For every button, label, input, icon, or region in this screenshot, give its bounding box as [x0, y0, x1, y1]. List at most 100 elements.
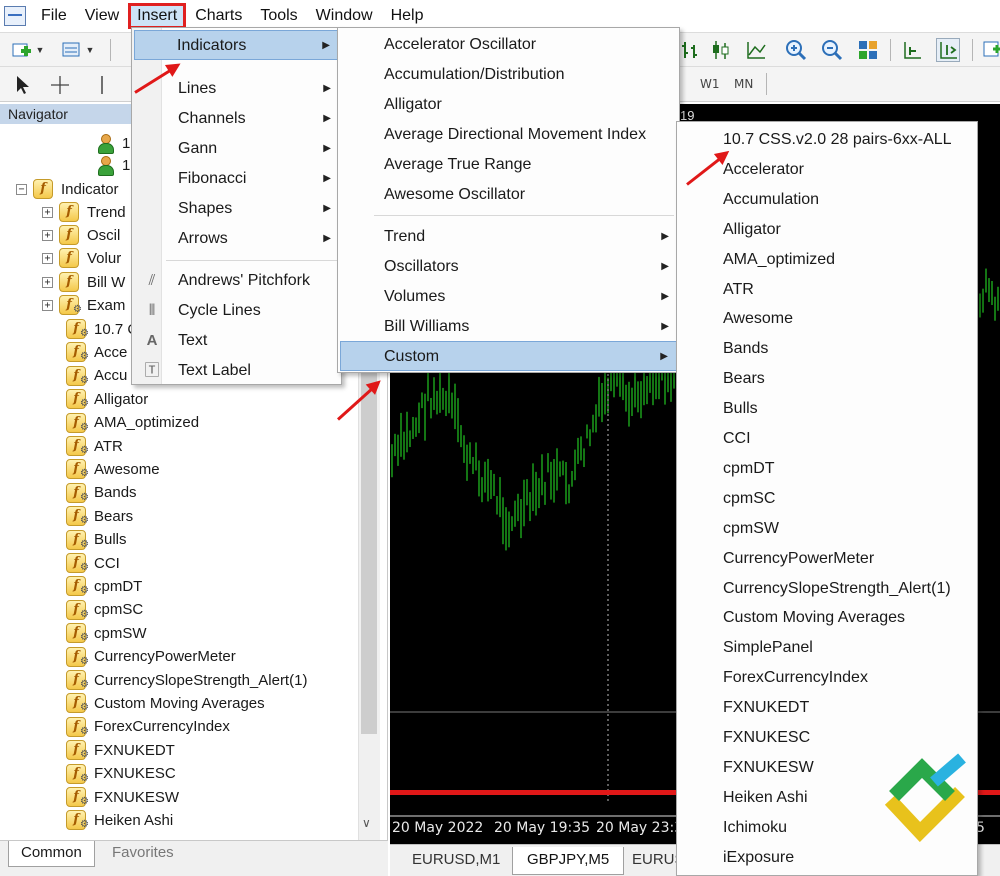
menu-item-text-label[interactable]: 🅃 Text Label — [134, 356, 339, 386]
tab-common[interactable]: Common — [8, 841, 95, 867]
zoom-in-icon[interactable] — [784, 38, 808, 62]
expand-icon[interactable]: + — [42, 299, 53, 311]
navigator-indicator-item[interactable]: f10.7 C — [66, 318, 138, 343]
scrollbar-thumb[interactable] — [361, 354, 377, 734]
scroll-down-icon[interactable]: ∨ — [362, 816, 371, 830]
menu-item-atr[interactable]: Average True Range — [340, 150, 677, 180]
custom-indicator-item[interactable]: iExposure — [679, 843, 975, 873]
navigator-indicator-item[interactable]: fCurrencySlopeStrength_Alert(1) — [66, 669, 307, 694]
menu-item-adx[interactable]: Average Directional Movement Index — [340, 120, 677, 150]
account-item[interactable]: 1 — [96, 154, 130, 176]
custom-indicator-item[interactable]: CurrencyPowerMeter — [679, 544, 975, 574]
folder-trend[interactable]: + f Trend — [42, 201, 126, 223]
menu-item-accumulation-distribution[interactable]: Accumulation/Distribution — [340, 60, 677, 90]
custom-indicator-item[interactable]: ATR — [679, 275, 975, 305]
expand-icon[interactable]: + — [42, 229, 53, 241]
menu-item-accelerator-oscillator[interactable]: Accelerator Oscillator — [340, 30, 677, 60]
custom-indicator-item[interactable]: ForexCurrencyIndex — [679, 663, 975, 693]
menu-item-lines[interactable]: Lines ▶ — [134, 74, 339, 104]
navigator-indicator-item[interactable]: fAlligator — [66, 388, 148, 413]
navigator-indicator-item[interactable]: fCustom Moving Averages — [66, 692, 265, 717]
menu-view[interactable]: View — [76, 3, 128, 29]
menu-item-bill-williams[interactable]: Bill Williams ▶ — [340, 312, 677, 342]
zoom-out-icon[interactable] — [820, 38, 844, 62]
navigator-indicator-item[interactable]: fForexCurrencyIndex — [66, 716, 230, 741]
menu-item-oscillators[interactable]: Oscillators ▶ — [340, 252, 677, 282]
custom-indicator-item[interactable]: Bears — [679, 364, 975, 394]
menu-item-alligator[interactable]: Alligator — [340, 90, 677, 120]
cursor-icon[interactable] — [10, 73, 34, 97]
tab-favorites[interactable]: Favorites — [100, 841, 186, 867]
navigator-indicator-item[interactable]: fFXNUKESW — [66, 786, 179, 811]
menu-item-trend[interactable]: Trend ▶ — [340, 222, 677, 252]
custom-indicator-item[interactable]: cpmDT — [679, 454, 975, 484]
add-indicator-icon[interactable] — [980, 38, 1000, 62]
menu-item-shapes[interactable]: Shapes ▶ — [134, 194, 339, 224]
timeframe-w1[interactable]: W1 — [700, 77, 720, 91]
custom-indicator-item[interactable]: Accumulation — [679, 185, 975, 215]
navigator-indicator-item[interactable]: fcpmSC — [66, 599, 143, 624]
menu-file[interactable]: File — [32, 3, 76, 29]
chart-shift-icon[interactable] — [936, 38, 960, 62]
menu-item-gann[interactable]: Gann ▶ — [134, 134, 339, 164]
custom-indicator-item[interactable]: Custom Moving Averages — [679, 603, 975, 633]
menu-insert[interactable]: Insert — [128, 3, 187, 29]
custom-indicator-item[interactable]: cpmSC — [679, 484, 975, 514]
vertical-line-icon[interactable] — [90, 73, 114, 97]
chart-tab[interactable]: EURUSD,M1 — [398, 847, 516, 875]
tile-windows-icon[interactable] — [856, 38, 880, 62]
line-chart-icon[interactable] — [744, 38, 768, 62]
custom-indicator-item[interactable]: SimplePanel — [679, 633, 975, 663]
navigator-indicator-item[interactable]: fAcce — [66, 341, 127, 366]
navigator-indicator-item[interactable]: fcpmDT — [66, 575, 142, 600]
collapse-icon[interactable]: − — [16, 183, 27, 195]
custom-indicator-item[interactable]: cpmSW — [679, 514, 975, 544]
menu-item-fibonacci[interactable]: Fibonacci ▶ — [134, 164, 339, 194]
profiles-icon[interactable] — [60, 38, 84, 62]
folder-oscillators[interactable]: + f Oscil — [42, 224, 120, 246]
menu-item-text[interactable]: A Text — [134, 326, 339, 356]
expand-icon[interactable]: + — [42, 252, 53, 264]
timeframe-mn[interactable]: MN — [734, 77, 753, 91]
menu-item-cycle-lines[interactable]: ⦀ Cycle Lines — [134, 296, 339, 326]
chevron-down-icon[interactable]: ▼ — [84, 38, 96, 62]
navigator-indicator-item[interactable]: fHeiken Ashi — [66, 809, 173, 834]
menu-item-arrows[interactable]: Arrows ▶ — [134, 224, 339, 254]
folder-bill-williams[interactable]: + f Bill W — [42, 271, 125, 293]
menu-item-indicators[interactable]: Indicators ▶ — [134, 30, 339, 60]
menu-window[interactable]: Window — [307, 3, 382, 29]
navigator-indicator-item[interactable]: fFXNUKEDT — [66, 739, 175, 764]
custom-indicator-item[interactable]: FXNUKEDT — [679, 693, 975, 723]
navigator-indicator-item[interactable]: fFXNUKESC — [66, 763, 176, 788]
navigator-indicator-item[interactable]: fAMA_optimized — [66, 412, 199, 437]
navigator-indicator-item[interactable]: fBears — [66, 505, 133, 530]
navigator-indicator-item[interactable]: fBulls — [66, 529, 127, 554]
navigator-indicator-item[interactable]: fAwesome — [66, 458, 160, 483]
expand-icon[interactable]: + — [42, 206, 53, 218]
auto-scroll-icon[interactable] — [900, 38, 924, 62]
crosshair-icon[interactable] — [48, 73, 72, 97]
navigator-indicator-item[interactable]: fBands — [66, 482, 137, 507]
custom-indicator-item[interactable]: CurrencySlopeStrength_Alert(1) — [679, 574, 975, 604]
custom-indicator-item[interactable]: Awesome — [679, 304, 975, 334]
navigator-indicator-item[interactable]: fCurrencyPowerMeter — [66, 646, 236, 671]
menu-tools[interactable]: Tools — [251, 3, 306, 29]
custom-indicator-item[interactable]: CCI — [679, 424, 975, 454]
custom-indicator-item[interactable]: Alligator — [679, 215, 975, 245]
chart-tab-active[interactable]: GBPJPY,M5 — [512, 847, 625, 875]
navigator-indicator-item[interactable]: fCCI — [66, 552, 120, 577]
custom-indicator-item[interactable]: Bulls — [679, 394, 975, 424]
bar-chart-icon[interactable] — [678, 38, 702, 62]
menu-item-awesome-oscillator[interactable]: Awesome Oscillator — [340, 180, 677, 210]
custom-indicator-item[interactable]: AMA_optimized — [679, 245, 975, 275]
menu-item-volumes[interactable]: Volumes ▶ — [340, 282, 677, 312]
indicators-folder[interactable]: − f Indicator — [16, 178, 119, 200]
menu-charts[interactable]: Charts — [186, 3, 251, 29]
custom-indicator-item[interactable]: Bands — [679, 334, 975, 364]
menu-item-custom[interactable]: Custom ▶ — [340, 341, 677, 371]
expand-icon[interactable]: + — [42, 276, 53, 288]
folder-volumes[interactable]: + f Volur — [42, 247, 121, 269]
navigator-indicator-item[interactable]: fcpmSW — [66, 622, 147, 647]
custom-indicator-item[interactable]: FXNUKESC — [679, 723, 975, 753]
menu-help[interactable]: Help — [382, 3, 433, 29]
